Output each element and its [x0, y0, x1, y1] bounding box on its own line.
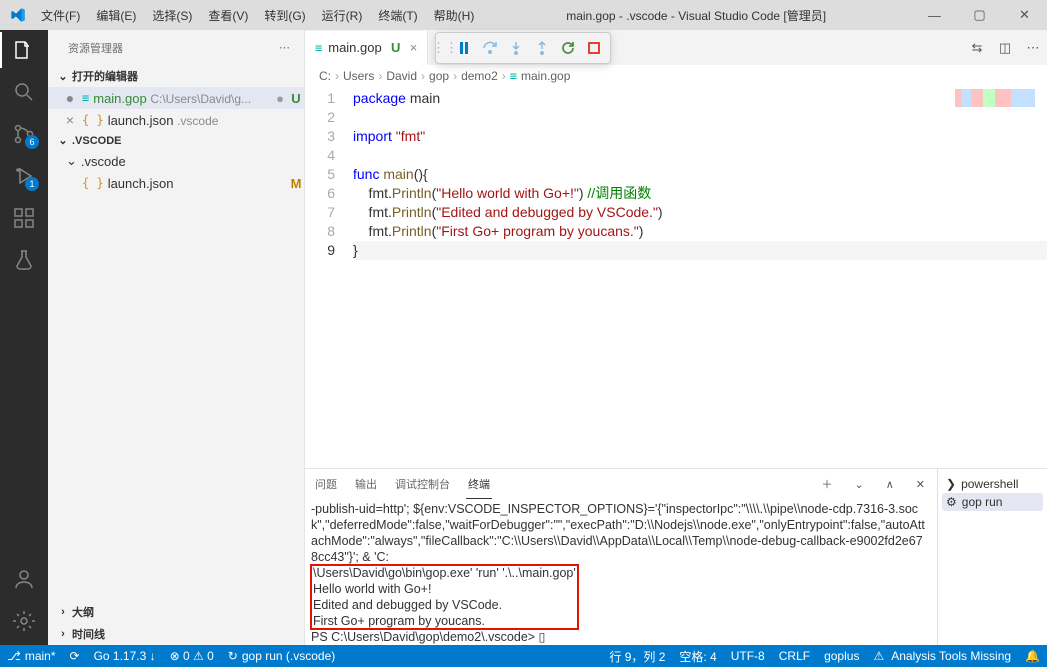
status-warning[interactable]: Analysis Tools Missing: [866, 645, 1018, 667]
terminal-dropdown-icon[interactable]: ⌄: [851, 478, 868, 491]
close-icon[interactable]: ×: [62, 112, 78, 128]
terminal-icon: ❯: [946, 477, 956, 491]
search-icon[interactable]: [12, 80, 36, 104]
status-indent[interactable]: 空格: 4: [672, 645, 723, 667]
window-title: main.gop - .vscode - Visual Studio Code …: [480, 7, 912, 24]
workspace-section[interactable]: ⌄.VSCODE: [48, 131, 304, 150]
gop-file-icon: ≡: [510, 69, 517, 83]
menubar: 文件(F)编辑(E)选择(S)查看(V)转到(G)运行(R)终端(T)帮助(H): [35, 4, 480, 27]
breadcrumb[interactable]: C: › Users › David › gop › demo2 › ≡ mai…: [305, 65, 1047, 87]
menu-item[interactable]: 查看(V): [202, 4, 254, 27]
status-sync[interactable]: ⟳: [63, 645, 87, 667]
code-editor[interactable]: 123456789 package main import "fmt" func…: [305, 87, 1047, 468]
maximize-panel-icon[interactable]: ∧: [882, 478, 898, 491]
menu-item[interactable]: 编辑(E): [90, 4, 142, 27]
gop-file-icon: ≡: [82, 91, 89, 105]
tab-bar: ≡ main.gop U × ⇆ ◫ ⋯: [305, 30, 1047, 65]
close-button[interactable]: ✕: [1002, 0, 1047, 30]
scm-icon[interactable]: 6: [12, 122, 36, 146]
status-eol[interactable]: CRLF: [772, 645, 817, 667]
account-icon[interactable]: [12, 567, 36, 591]
vscode-logo-icon: [0, 7, 35, 23]
debug-toolbar[interactable]: ⋮⋮: [435, 32, 611, 64]
editor-area: ⋮⋮ ≡ main.gop U × ⇆ ◫ ⋯ C: › Users › Dav…: [305, 30, 1047, 645]
menu-item[interactable]: 转到(G): [258, 4, 311, 27]
open-editor-row[interactable]: × { } launch.json .vscode: [48, 109, 304, 131]
step-out-button[interactable]: [530, 36, 554, 60]
open-editors-section[interactable]: ⌄打开的编辑器: [48, 65, 304, 87]
tab-main-gop[interactable]: ≡ main.gop U ×: [305, 30, 428, 65]
status-problems[interactable]: ⊗ 0 ⚠ 0: [163, 645, 221, 667]
grip-icon[interactable]: ⋮⋮: [440, 40, 450, 56]
panel-tab[interactable]: 终端: [466, 470, 492, 499]
status-go[interactable]: Go 1.17.3 ↓: [87, 645, 163, 667]
terminal-entry[interactable]: ❯powershell: [942, 475, 1043, 493]
status-bar: ⎇ main* ⟳ Go 1.17.3 ↓ ⊗ 0 ⚠ 0 ↻ gop run …: [0, 645, 1047, 667]
status-cursor[interactable]: 行 9，列 2: [602, 645, 672, 667]
json-file-icon: { }: [82, 176, 104, 190]
panel-tabs: 问题输出调试控制台终端 ＋ ⌄ ∧ ✕: [305, 469, 937, 499]
settings-icon[interactable]: [12, 609, 36, 633]
menu-item[interactable]: 帮助(H): [428, 4, 481, 27]
step-over-button[interactable]: [478, 36, 502, 60]
outline-section[interactable]: ›大纲: [48, 601, 304, 623]
terminal-entry[interactable]: ⚙gop run: [942, 493, 1043, 511]
split-editor-icon[interactable]: ◫: [991, 30, 1019, 65]
terminal-list: ❯powershell⚙gop run: [937, 469, 1047, 645]
sidebar-title: 资源管理器: [68, 40, 279, 56]
panel-tab[interactable]: 问题: [313, 470, 339, 498]
maximize-button[interactable]: ▢: [957, 0, 1002, 30]
status-lang[interactable]: goplus: [817, 645, 866, 667]
pause-button[interactable]: [452, 36, 476, 60]
explorer-icon[interactable]: [12, 38, 36, 62]
panel-tab[interactable]: 调试控制台: [393, 470, 452, 498]
json-file-icon: { }: [82, 113, 104, 127]
status-branch[interactable]: ⎇ main*: [0, 645, 63, 667]
sidebar: 资源管理器⋯ ⌄打开的编辑器 ● ≡ main.gop C:\Users\Dav…: [48, 30, 305, 645]
minimize-button[interactable]: —: [912, 0, 957, 30]
status-task[interactable]: ↻ gop run (.vscode): [221, 645, 342, 667]
scm-badge: 6: [25, 135, 39, 149]
activity-bar: 6 1: [0, 30, 48, 645]
file-row[interactable]: { } launch.json M: [48, 172, 304, 194]
terminal-output[interactable]: -publish-uid=http'; ${env:VSCODE_INSPECT…: [305, 499, 937, 645]
compare-icon[interactable]: ⇆: [963, 30, 991, 65]
gop-file-icon: ≡: [315, 41, 322, 55]
close-panel-icon[interactable]: ✕: [912, 478, 929, 491]
close-icon[interactable]: ●: [62, 90, 78, 106]
step-into-button[interactable]: [504, 36, 528, 60]
tab-close-icon[interactable]: ×: [410, 40, 418, 55]
debug-icon[interactable]: 1: [12, 164, 36, 188]
editor-more-icon[interactable]: ⋯: [1019, 30, 1047, 65]
menu-item[interactable]: 运行(R): [316, 4, 369, 27]
menu-item[interactable]: 终端(T): [372, 4, 423, 27]
timeline-section[interactable]: ›时间线: [48, 623, 304, 645]
new-terminal-icon[interactable]: ＋: [818, 476, 837, 492]
stop-button[interactable]: [582, 36, 606, 60]
folder-row[interactable]: ⌄.vscode: [48, 150, 304, 172]
open-editor-row[interactable]: ● ≡ main.gop C:\Users\David\g... ● U: [48, 87, 304, 109]
terminal-icon: ⚙: [946, 495, 957, 509]
panel-tab[interactable]: 输出: [353, 470, 379, 498]
debug-badge: 1: [25, 177, 39, 191]
restart-button[interactable]: [556, 36, 580, 60]
menu-item[interactable]: 文件(F): [35, 4, 86, 27]
status-encoding[interactable]: UTF-8: [724, 645, 772, 667]
menu-item[interactable]: 选择(S): [146, 4, 198, 27]
panel: 问题输出调试控制台终端 ＋ ⌄ ∧ ✕ -publish-uid=http'; …: [305, 468, 1047, 645]
sidebar-more-icon[interactable]: ⋯: [279, 41, 292, 54]
status-bell-icon[interactable]: 🔔: [1018, 645, 1047, 667]
extensions-icon[interactable]: [12, 206, 36, 230]
minimap[interactable]: [955, 89, 1035, 107]
titlebar: 文件(F)编辑(E)选择(S)查看(V)转到(G)运行(R)终端(T)帮助(H)…: [0, 0, 1047, 30]
testing-icon[interactable]: [12, 248, 36, 272]
